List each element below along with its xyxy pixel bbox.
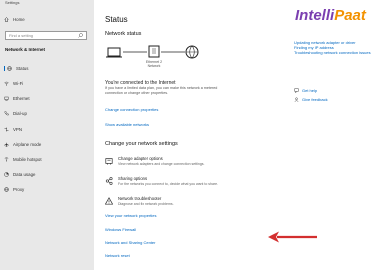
give-feedback-label: Give feedback <box>302 97 328 102</box>
sidebar-item-proxy[interactable]: Proxy <box>4 187 24 192</box>
change-connection-properties-link[interactable]: Change connection properties <box>105 107 158 112</box>
search-input[interactable]: Find a setting <box>5 31 87 40</box>
windows-firewall-link[interactable]: Windows Firewall <box>105 227 136 232</box>
intellipaat-logo: IntelliPaat <box>295 7 366 24</box>
adapter-icon <box>105 158 113 165</box>
wifi-icon <box>4 81 9 86</box>
sidebar-item-status[interactable]: Status <box>4 66 28 71</box>
globe-icon <box>185 45 199 59</box>
globe-icon <box>4 187 9 192</box>
globe-icon <box>7 66 12 71</box>
network-diagram: Ethernet 2 Network <box>106 45 199 68</box>
option-title: Sharing options <box>118 176 148 181</box>
airplane-icon <box>4 142 9 147</box>
sidebar-item-label: Home <box>13 17 25 22</box>
get-help-link[interactable]: Get help <box>294 88 317 93</box>
related-link[interactable]: Troubleshooting network connection issue… <box>294 50 371 55</box>
show-available-networks-link[interactable]: Show available networks <box>105 122 149 127</box>
sidebar-item-label: Status <box>16 66 29 71</box>
option-title: Network troubleshooter <box>118 196 162 201</box>
network-reset-link[interactable]: Network reset <box>105 253 130 258</box>
page-title: Status <box>105 15 128 24</box>
sidebar-item-airplane-mode[interactable]: Airplane mode <box>4 142 41 147</box>
router-icon <box>148 45 160 58</box>
sidebar-item-label: Wi-Fi <box>13 81 24 86</box>
sidebar-item-label: Mobile hotspot <box>13 157 42 162</box>
sidebar-item-label: Proxy <box>13 187 25 192</box>
home-icon <box>4 17 9 22</box>
option-description: Diagnose and fix network problems. <box>118 202 174 206</box>
sidebar-item-label: Ethernet <box>13 96 30 101</box>
change-adapter-options[interactable]: Change adapter options View network adap… <box>105 156 238 166</box>
sidebar-item-label: Dial-up <box>13 111 27 116</box>
option-description: View network adapters and change connect… <box>118 162 205 166</box>
network-label: Network <box>148 64 161 68</box>
change-network-settings-heading: Change your network settings <box>105 141 178 147</box>
vpn-icon <box>4 127 9 132</box>
sidebar: Settings Home Find a setting Network & I… <box>0 0 94 270</box>
sharing-icon <box>105 177 113 185</box>
network-troubleshooter[interactable]: Network troubleshooter Diagnose and fix … <box>105 196 238 206</box>
computer-icon <box>106 47 122 58</box>
search-icon <box>78 33 83 38</box>
connection-description: If you have a limited data plan, you can… <box>105 86 218 95</box>
window-title: Settings <box>5 0 20 5</box>
help-icon <box>294 88 299 93</box>
sidebar-item-label: Data usage <box>13 172 36 177</box>
sidebar-item-mobile-hotspot[interactable]: Mobile hotspot <box>4 157 42 162</box>
sidebar-item-label: Airplane mode <box>13 142 42 147</box>
view-network-properties-link[interactable]: View your network properties <box>105 213 157 218</box>
annotation-arrow <box>268 231 317 243</box>
search-placeholder: Find a setting <box>9 33 34 38</box>
sharing-options[interactable]: Sharing options For the networks you con… <box>105 176 238 186</box>
data-usage-icon <box>4 172 9 177</box>
sidebar-item-home[interactable]: Home <box>4 17 25 22</box>
sidebar-item-dialup[interactable]: Dial-up <box>4 111 27 116</box>
sidebar-item-wifi[interactable]: Wi-Fi <box>4 81 23 86</box>
option-title: Change adapter options <box>118 156 163 161</box>
network-sharing-center-link[interactable]: Network and Sharing Center <box>105 240 155 245</box>
feedback-icon <box>294 97 299 102</box>
network-status-heading: Network status <box>105 31 142 37</box>
related-links: Updating network adapter or driver Findi… <box>294 40 371 55</box>
ethernet-icon <box>4 96 9 101</box>
main-content: Status Network status Ethernet 2 Network… <box>94 0 375 270</box>
hotspot-icon <box>4 157 9 162</box>
sidebar-item-label: VPN <box>13 127 23 132</box>
sidebar-item-ethernet[interactable]: Ethernet <box>4 96 30 101</box>
get-help-label: Get help <box>302 88 318 93</box>
sidebar-item-vpn[interactable]: VPN <box>4 127 22 132</box>
warning-icon <box>105 197 113 205</box>
option-description: For the networks you connect to, decide … <box>118 182 218 186</box>
section-heading: Network & Internet <box>5 47 46 52</box>
give-feedback-link[interactable]: Give feedback <box>294 97 328 102</box>
phone-icon <box>4 111 9 116</box>
sidebar-item-data-usage[interactable]: Data usage <box>4 172 35 177</box>
